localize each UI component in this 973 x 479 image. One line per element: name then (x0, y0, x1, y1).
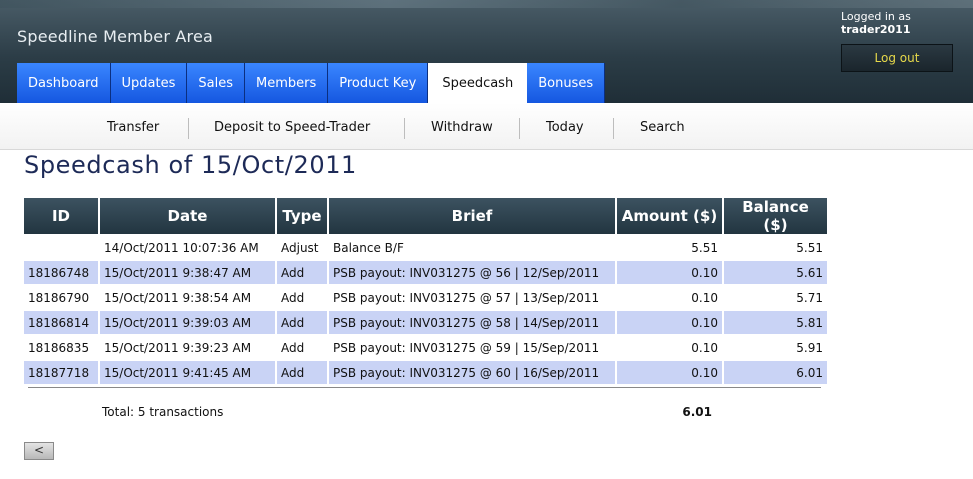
tab-bonuses[interactable]: Bonuses (527, 63, 606, 103)
subnav-transfer[interactable]: Transfer (107, 103, 159, 149)
tab-dashboard[interactable]: Dashboard (17, 63, 111, 103)
total-label: Total: 5 transactions (102, 405, 224, 419)
tab-sales[interactable]: Sales (187, 63, 245, 103)
tab-updates[interactable]: Updates (110, 63, 188, 103)
cell-date: 15/Oct/2011 9:41:45 AM (100, 361, 275, 384)
cell-type: Adjust (281, 240, 319, 255)
back-button[interactable]: < (24, 442, 54, 460)
column-header-id: ID (24, 198, 98, 234)
subnav-separator (404, 118, 405, 139)
tab-speedcash[interactable]: Speedcash (428, 63, 528, 103)
subnav-separator (519, 118, 520, 139)
sub-nav: Transfer Deposit to Speed-Trader Withdra… (0, 103, 973, 150)
cell-brief: PSB payout: INV031275 @ 56 | 12/Sep/2011 (329, 261, 615, 284)
tab-product-key[interactable]: Product Key (328, 63, 429, 103)
cell-amount: 0.10 (617, 311, 722, 334)
table-row: 18186814 15/Oct/2011 9:39:03 AM Add PSB … (24, 311, 827, 334)
header-bar: Speedline Member Area Logged in as trade… (0, 0, 973, 103)
logout-button[interactable]: Log out (841, 44, 953, 72)
cell-amount: 0.10 (617, 261, 722, 284)
username: trader2011 (841, 23, 911, 36)
column-header-type: Type (277, 198, 327, 234)
cell-type: Add (281, 340, 305, 355)
cell-amount: 0.10 (691, 340, 718, 355)
cell-amount: 0.10 (691, 290, 718, 305)
subnav-separator (613, 118, 614, 139)
cell-balance: 5.61 (724, 261, 827, 284)
cell-id: 18186748 (24, 261, 98, 284)
table-header-row: ID Date Type Brief Amount ($) Balance ($… (24, 198, 827, 234)
cell-type: Add (277, 311, 327, 334)
total-amount: 6.01 (682, 405, 712, 419)
table-row: 18187718 15/Oct/2011 9:41:45 AM Add PSB … (24, 361, 827, 384)
column-header-brief: Brief (329, 198, 615, 234)
cell-brief: PSB payout: INV031275 @ 59 | 15/Sep/2011 (333, 340, 600, 355)
transactions-table: ID Date Type Brief Amount ($) Balance ($… (22, 196, 829, 386)
cell-balance: 5.71 (796, 290, 823, 305)
table-row: 18186835 15/Oct/2011 9:39:23 AM Add PSB … (24, 336, 827, 359)
subnav-deposit[interactable]: Deposit to Speed-Trader (214, 103, 370, 149)
logged-in-label: Logged in as (841, 10, 911, 23)
column-header-amount: Amount ($) (617, 198, 722, 234)
cell-date: 15/Oct/2011 9:38:54 AM (104, 290, 252, 305)
cell-date: 14/Oct/2011 10:07:36 AM (104, 240, 259, 255)
subnav-today[interactable]: Today (546, 103, 584, 149)
main-nav: Dashboard Updates Sales Members Product … (17, 63, 606, 103)
table-row: 18186748 15/Oct/2011 9:38:47 AM Add PSB … (24, 261, 827, 284)
cell-id: 18186790 (28, 290, 90, 305)
cell-id (24, 236, 98, 259)
table-row: 18186790 15/Oct/2011 9:38:54 AM Add PSB … (24, 286, 827, 309)
cell-amount: 5.51 (691, 240, 718, 255)
cell-balance: 5.91 (796, 340, 823, 355)
total-divider (28, 387, 821, 388)
cell-balance: 5.81 (724, 311, 827, 334)
cell-balance: 5.51 (796, 240, 823, 255)
cell-date: 15/Oct/2011 9:39:03 AM (100, 311, 275, 334)
login-status: Logged in as trader2011 Log out (841, 10, 953, 72)
table-row: 14/Oct/2011 10:07:36 AM Adjust Balance B… (24, 236, 827, 259)
page-title: Speedcash of 15/Oct/2011 (24, 151, 357, 179)
cell-date: 15/Oct/2011 9:39:23 AM (104, 340, 252, 355)
tab-members[interactable]: Members (245, 63, 329, 103)
cell-type: Add (277, 361, 327, 384)
subnav-withdraw[interactable]: Withdraw (431, 103, 493, 149)
cell-date: 15/Oct/2011 9:38:47 AM (100, 261, 275, 284)
subnav-separator (188, 118, 189, 139)
cell-brief: PSB payout: INV031275 @ 57 | 13/Sep/2011 (333, 290, 600, 305)
subnav-search[interactable]: Search (640, 103, 685, 149)
cell-id: 18187718 (24, 361, 98, 384)
column-header-balance: Balance ($) (724, 198, 827, 234)
column-header-date: Date (100, 198, 275, 234)
cell-brief: Balance B/F (333, 240, 404, 255)
cell-brief: PSB payout: INV031275 @ 58 | 14/Sep/2011 (329, 311, 615, 334)
cell-type: Add (281, 290, 305, 305)
cell-id: 18186835 (28, 340, 90, 355)
cell-amount: 0.10 (617, 361, 722, 384)
cell-id: 18186814 (24, 311, 98, 334)
cell-brief: PSB payout: INV031275 @ 60 | 16/Sep/2011 (329, 361, 615, 384)
cell-balance: 6.01 (724, 361, 827, 384)
app-title: Speedline Member Area (17, 27, 214, 46)
cell-type: Add (277, 261, 327, 284)
